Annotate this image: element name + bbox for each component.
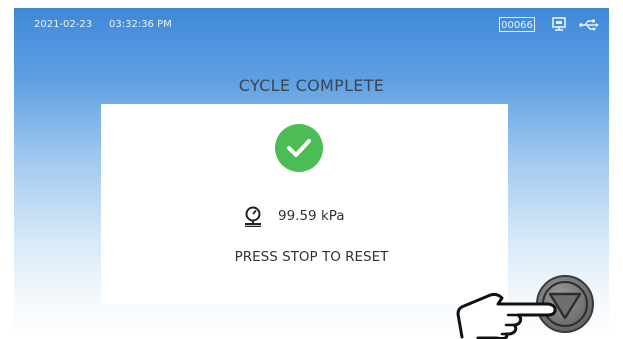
- status-time: 03:32:36 PM: [109, 19, 172, 30]
- status-bar: 2021-02-23 03:32:36 PM 00066: [14, 8, 609, 38]
- check-circle-icon: [275, 124, 323, 172]
- pressure-readout: 99.59 kPa: [242, 205, 345, 227]
- usb-icon: [578, 16, 600, 32]
- pressure-gauge-icon: [245, 206, 261, 227]
- status-date: 2021-02-23: [34, 19, 93, 30]
- pointing-hand-icon: [456, 292, 557, 339]
- pressure-value: 99.59 kPa: [278, 208, 345, 224]
- page-title: CYCLE COMPLETE: [238, 76, 385, 95]
- display-icon: [550, 16, 568, 32]
- reset-instruction: PRESS STOP TO RESET: [234, 249, 389, 265]
- cycle-counter: 00066: [499, 17, 535, 32]
